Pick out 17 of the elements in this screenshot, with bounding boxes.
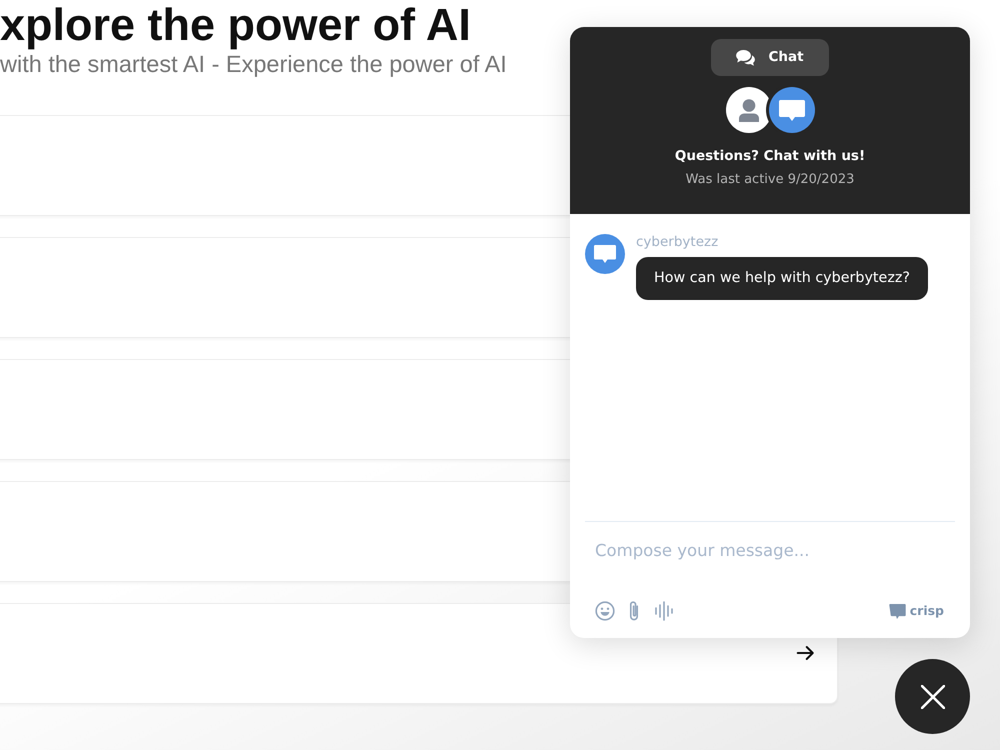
chat-bubbles-icon: [736, 50, 756, 66]
page-heading: xplore the power of AI: [0, 0, 471, 50]
message-bubble: How can we help with cyberbytezz?: [636, 257, 928, 300]
last-active-status: Was last active 9/20/2023: [686, 171, 854, 189]
operator-avatar-icon: [585, 234, 625, 274]
smiley-icon[interactable]: [595, 601, 615, 621]
paperclip-icon[interactable]: [628, 601, 640, 621]
chat-tab[interactable]: Chat: [711, 39, 829, 76]
page-subtitle: with the smartest AI - Experience the power of AI: [0, 50, 507, 78]
close-icon[interactable]: [920, 684, 944, 708]
speech-bubble-icon: [888, 604, 906, 618]
chat-title: Questions? Chat with us!: [674, 147, 866, 166]
waveform-icon[interactable]: [655, 601, 673, 621]
sender-name: cyberbytezz: [636, 234, 718, 250]
message-input[interactable]: Compose your message...: [585, 522, 955, 578]
user-avatar-icon: [726, 87, 772, 133]
chat-bubble-icon: [768, 87, 814, 133]
